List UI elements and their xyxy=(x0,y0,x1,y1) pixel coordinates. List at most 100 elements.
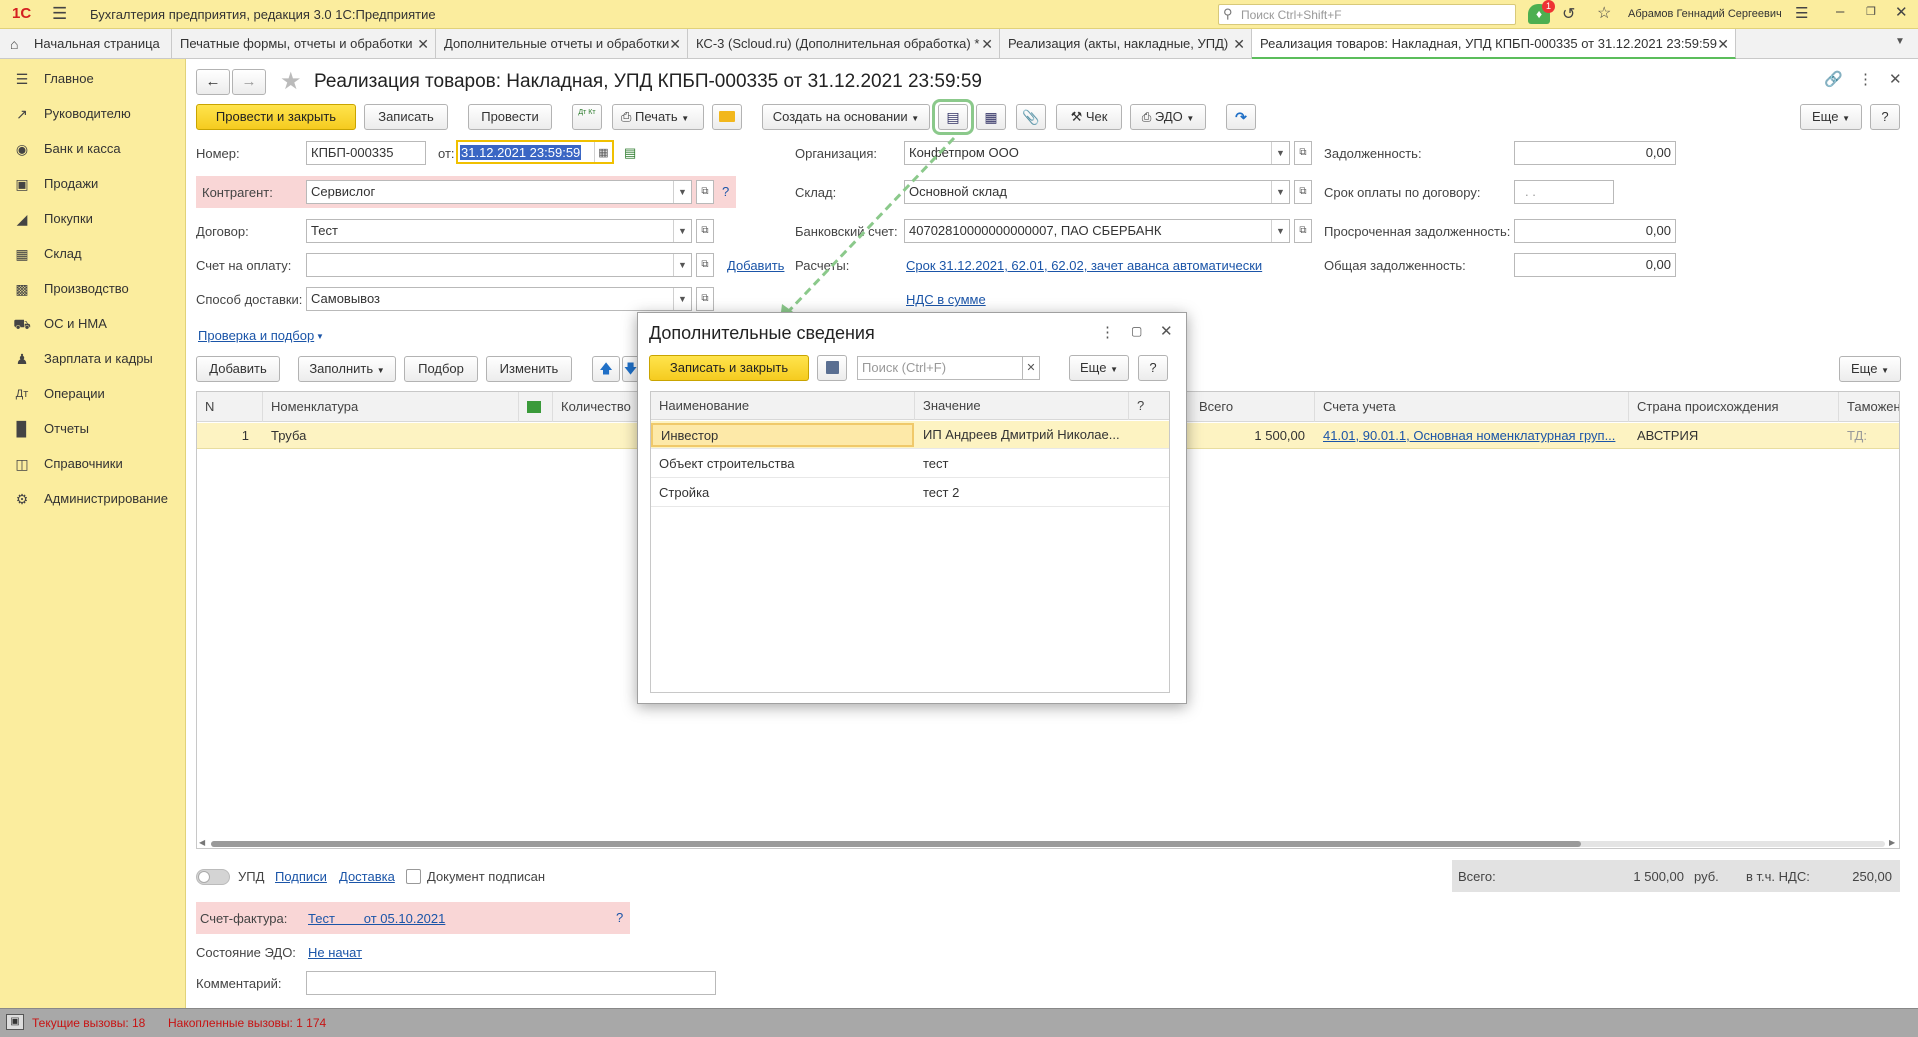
tab-print-forms[interactable]: Печатные формы, отчеты и обработки ✕ xyxy=(172,29,436,59)
open-organization-button[interactable]: ⧉ xyxy=(1294,141,1312,165)
help-button[interactable]: ? xyxy=(1870,104,1900,130)
horizontal-scrollbar[interactable] xyxy=(211,841,1885,847)
create-based-on-button[interactable]: Создать на основании ▼ xyxy=(762,104,930,130)
receipt-button[interactable]: ⚒ Чек xyxy=(1056,104,1122,130)
calendar-link-icon[interactable]: ▤ xyxy=(624,145,636,161)
more-button[interactable]: Еще ▼ xyxy=(1800,104,1862,130)
column-header-nomenclature[interactable]: Номенклатура xyxy=(263,392,519,422)
sidebar-item-sales[interactable]: ▣ Продажи xyxy=(0,167,186,201)
tab-additional-reports[interactable]: Дополнительные отчеты и обработки ✕ xyxy=(436,29,688,59)
scroll-left-icon[interactable]: ◀ xyxy=(199,838,205,847)
close-tab-icon[interactable]: ✕ xyxy=(981,29,993,59)
dialog-more-button[interactable]: Еще ▼ xyxy=(1069,355,1129,381)
sidebar-item-admin[interactable]: ⚙ Администрирование xyxy=(0,482,186,516)
forward-button[interactable]: → xyxy=(232,69,266,95)
dialog-close-icon[interactable]: ✕ xyxy=(1160,322,1173,340)
invoice-footer-link[interactable]: Тест от 05.10.2021 xyxy=(308,911,445,926)
email-button[interactable] xyxy=(712,104,742,130)
column-header-total[interactable]: Всего xyxy=(1191,392,1315,422)
table-more-button[interactable]: Еще ▼ xyxy=(1839,356,1901,382)
dialog-column-value[interactable]: Значение xyxy=(915,392,1129,420)
additional-info-button[interactable]: ▤ xyxy=(938,104,968,130)
dialog-menu-icon[interactable]: ⋮ xyxy=(1100,323,1115,341)
form-menu-icon[interactable]: ⋮ xyxy=(1858,70,1873,88)
exchange-button[interactable]: ↷ xyxy=(1226,104,1256,130)
sidebar-item-purchases[interactable]: ◢ Покупки xyxy=(0,202,186,236)
sidebar-item-management[interactable]: ↗ Руководителю xyxy=(0,97,186,131)
open-contract-button[interactable]: ⧉ xyxy=(696,219,714,243)
global-search-input[interactable]: ⚲ Поиск Ctrl+Shift+F xyxy=(1218,4,1516,25)
dialog-search-input[interactable]: Поиск (Ctrl+F) xyxy=(857,356,1023,380)
post-and-close-button[interactable]: Провести и закрыть xyxy=(196,104,356,130)
delivery-field[interactable]: Самовывоз ▼ xyxy=(306,287,692,311)
chevron-down-icon[interactable]: ▼ xyxy=(673,288,691,310)
close-form-icon[interactable]: ✕ xyxy=(1889,70,1902,88)
contractor-field[interactable]: Сервислог ▼ xyxy=(306,180,692,204)
sidebar-item-operations[interactable]: Дт Операции xyxy=(0,377,186,411)
dialog-help-button[interactable]: ? xyxy=(1138,355,1168,381)
close-tab-icon[interactable]: ✕ xyxy=(1717,29,1729,57)
favorite-star-icon[interactable]: ★ xyxy=(280,67,302,96)
number-field[interactable]: КПБП-000335 xyxy=(306,141,426,165)
chevron-down-icon[interactable]: ▼ xyxy=(673,220,691,242)
scroll-right-icon[interactable]: ▶ xyxy=(1889,838,1895,847)
dialog-column-help[interactable]: ? xyxy=(1129,392,1169,420)
settings-menu-icon[interactable]: ☰ xyxy=(1795,4,1808,22)
fill-button[interactable]: Заполнить ▼ xyxy=(298,356,396,382)
chevron-down-icon[interactable]: ▼ xyxy=(1271,181,1289,203)
open-contractor-button[interactable]: ⧉ xyxy=(696,180,714,204)
date-field[interactable]: 31.12.2021 23:59:59 ▦ xyxy=(456,140,614,164)
dt-kt-button[interactable]: Дт Кт xyxy=(572,104,602,130)
dialog-save-button[interactable] xyxy=(817,355,847,381)
windows-icon[interactable]: ▣ xyxy=(6,1014,24,1030)
cell-accounts[interactable]: 41.01, 90.01.1, Основная номенклатурная … xyxy=(1315,423,1629,449)
tab-sales-list[interactable]: Реализация (акты, накладные, УПД) ✕ xyxy=(1000,29,1252,59)
open-delivery-button[interactable]: ⧉ xyxy=(696,287,714,311)
print-button[interactable]: ⎙ Печать ▼ xyxy=(612,104,704,130)
edo-button[interactable]: ⎙ ЭДО ▼ xyxy=(1130,104,1206,130)
main-menu-icon[interactable]: ☰ xyxy=(52,4,67,24)
dialog-search-clear-button[interactable]: ✕ xyxy=(1022,356,1040,380)
close-tab-icon[interactable]: ✕ xyxy=(669,29,681,59)
table-row[interactable]: Объект строительства тест xyxy=(651,450,1169,478)
back-button[interactable]: ← xyxy=(196,69,230,95)
chevron-down-icon[interactable]: ▼ xyxy=(1271,142,1289,164)
dialog-maximize-icon[interactable]: ▢ xyxy=(1131,324,1142,338)
tab-home[interactable]: ⌂ Начальная страница xyxy=(0,29,172,59)
signed-checkbox[interactable] xyxy=(406,869,421,884)
column-header-customs[interactable]: Таможен xyxy=(1839,392,1899,422)
column-header-country[interactable]: Страна происхождения xyxy=(1629,392,1839,422)
tab-ks3[interactable]: КС-3 (Scloud.ru) (Дополнительная обработ… xyxy=(688,29,1000,59)
tab-sales-document[interactable]: Реализация товаров: Накладная, УПД КПБП-… xyxy=(1252,29,1736,59)
close-window-icon[interactable]: ✕ xyxy=(1895,3,1908,21)
open-invoice-button[interactable]: ⧉ xyxy=(696,253,714,277)
sidebar-item-bank[interactable]: ◉ Банк и касса xyxy=(0,132,186,166)
invoice-help-icon[interactable]: ? xyxy=(616,910,623,925)
comment-field[interactable] xyxy=(306,971,716,995)
attach-button[interactable]: 📎 xyxy=(1016,104,1046,130)
edo-state-link[interactable]: Не начат xyxy=(308,945,362,960)
sidebar-item-production[interactable]: ▩ Производство xyxy=(0,272,186,306)
invoice-field[interactable]: ▼ xyxy=(306,253,692,277)
move-down-button[interactable]: 🡇 xyxy=(622,356,638,382)
column-header-n[interactable]: N xyxy=(197,392,263,422)
table-row[interactable]: Инвестор ИП Андреев Дмитрий Николае... xyxy=(651,421,1169,449)
minimize-icon[interactable]: – xyxy=(1836,3,1844,20)
sidebar-item-references[interactable]: ◫ Справочники xyxy=(0,447,186,481)
sidebar-item-warehouse[interactable]: ▦ Склад xyxy=(0,237,186,271)
table-row[interactable]: Стройка тест 2 xyxy=(651,479,1169,507)
tabs-dropdown-icon[interactable]: ▼ xyxy=(1895,36,1905,47)
favorites-star-icon[interactable]: ☆ xyxy=(1597,3,1611,23)
column-header-flag[interactable] xyxy=(519,392,553,422)
delivery-link[interactable]: Доставка xyxy=(339,869,395,884)
signatures-link[interactable]: Подписи xyxy=(275,869,327,884)
upd-toggle[interactable] xyxy=(196,869,230,885)
dialog-save-close-button[interactable]: Записать и закрыть xyxy=(649,355,809,381)
history-icon[interactable]: ↺ xyxy=(1562,4,1575,24)
change-button[interactable]: Изменить xyxy=(486,356,572,382)
structure-button[interactable]: ▦ xyxy=(976,104,1006,130)
check-and-pick-link[interactable]: Проверка и подбор xyxy=(198,328,314,343)
payment-due-field[interactable]: . . xyxy=(1514,180,1614,204)
post-button[interactable]: Провести xyxy=(468,104,552,130)
add-row-button[interactable]: Добавить xyxy=(196,356,280,382)
